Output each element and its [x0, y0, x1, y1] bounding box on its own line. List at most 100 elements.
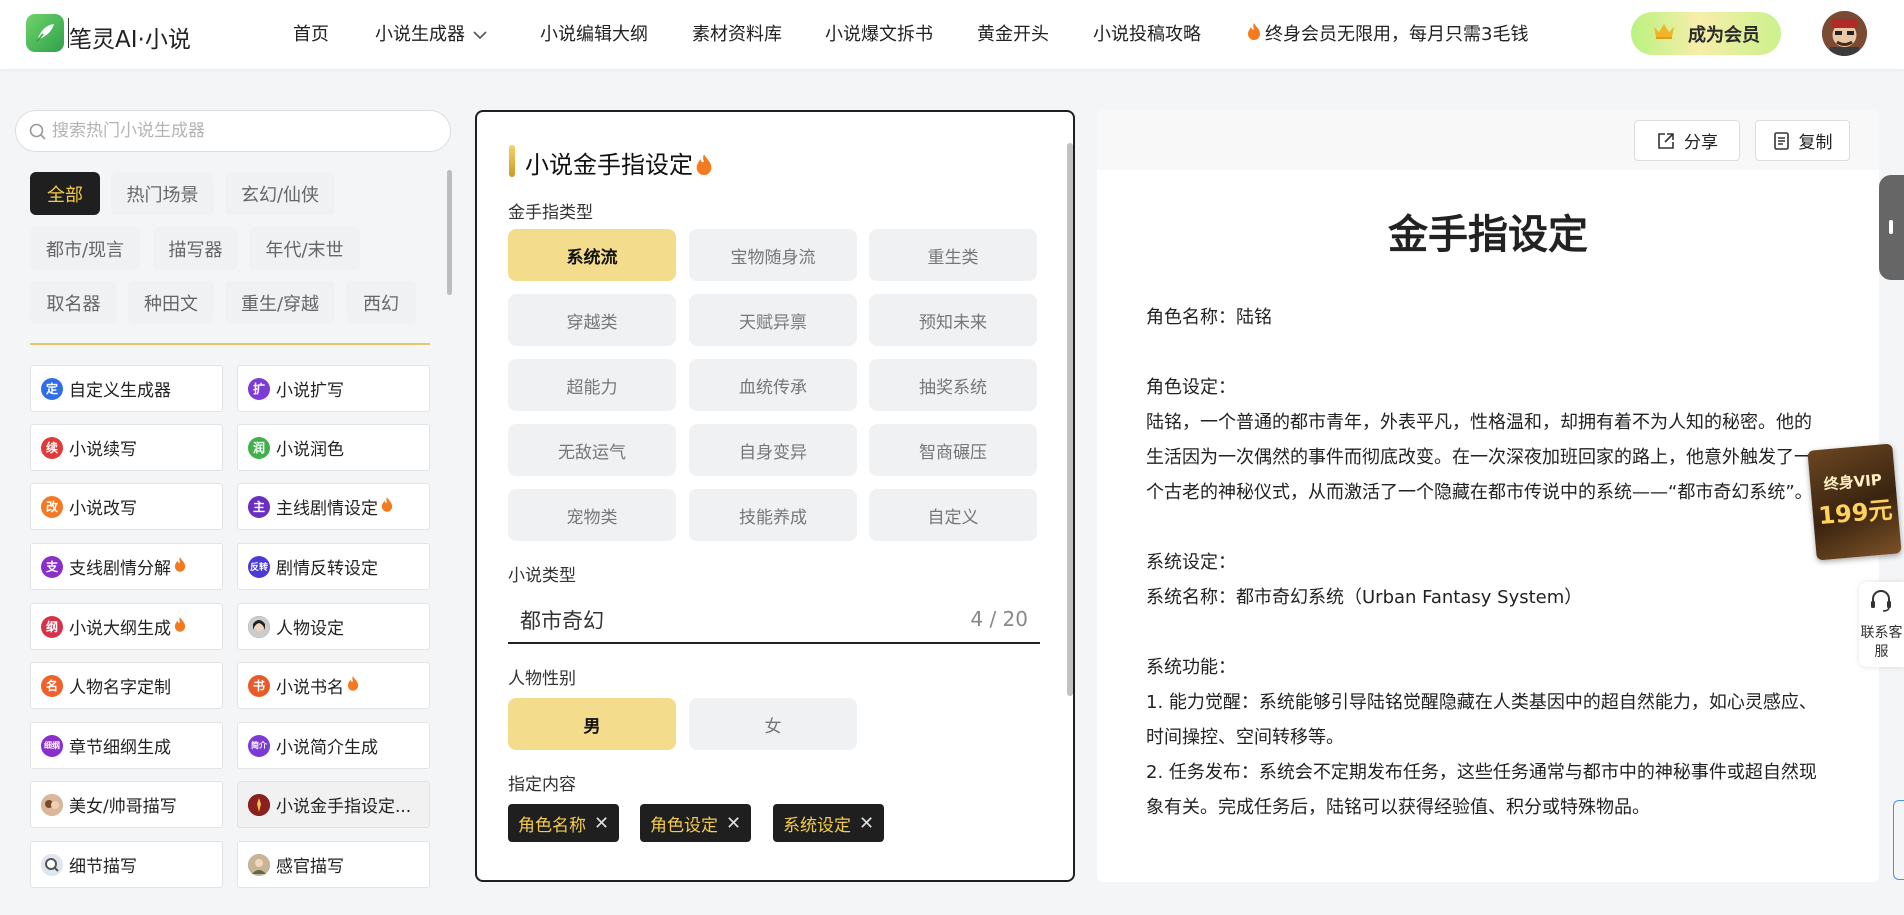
search-icon	[29, 123, 46, 140]
novel-type-input[interactable]: 都市奇幻 4 / 20	[508, 598, 1040, 644]
tool-synopsis[interactable]: 简介 小说简介生成	[237, 722, 430, 769]
flame-icon	[347, 675, 359, 696]
tool-detail-description[interactable]: 细节描写	[30, 841, 223, 888]
content-label: 指定内容	[508, 775, 576, 795]
become-member-button[interactable]: 成为会员	[1631, 12, 1781, 55]
gender-option-male[interactable]: 男	[508, 698, 676, 750]
tool-golden-finger[interactable]: 小说金手指设定...	[237, 781, 430, 828]
gender-option-female[interactable]: 女	[689, 698, 857, 750]
copy-label: 复制	[1798, 133, 1833, 153]
category-rebirth[interactable]: 重生/穿越	[225, 281, 335, 324]
edge-tab[interactable]	[1893, 800, 1904, 880]
nav-materials[interactable]: 素材资料库	[692, 22, 782, 48]
tool-plot-twist[interactable]: 反转 剧情反转设定	[237, 543, 430, 590]
search-input[interactable]	[52, 119, 432, 143]
result-paragraph: 1. 能力觉醒：系统能够引导陆铭觉醒隐藏在人类基因中的超自然能力，如心灵感应、时…	[1146, 692, 1817, 748]
content-tag[interactable]: 角色设定 ✕	[640, 804, 752, 842]
customer-service-button[interactable]: 联系客服	[1859, 582, 1904, 667]
type-option-talent[interactable]: 天赋异禀	[689, 294, 857, 346]
tool-expand[interactable]: 扩小说扩写	[237, 365, 430, 412]
flame-icon	[696, 154, 712, 175]
tool-icon: 纲	[41, 615, 63, 638]
type-option-bloodline[interactable]: 血统传承	[689, 359, 857, 411]
category-hot-scenes[interactable]: 热门场景	[111, 172, 214, 215]
category-era[interactable]: 年代/末世	[249, 227, 360, 270]
tool-book-title[interactable]: 书小说书名	[237, 662, 430, 709]
sidebar-scrollbar[interactable]	[447, 170, 452, 295]
type-option-intelligence[interactable]: 智商碾压	[869, 424, 1037, 476]
close-icon[interactable]: ✕	[594, 813, 609, 834]
side-info-tab[interactable]	[1879, 175, 1904, 280]
nav-novel-generator[interactable]: 小说生成器	[375, 22, 487, 48]
type-option-mutation[interactable]: 自身变异	[689, 424, 857, 476]
type-option-superpower[interactable]: 超能力	[508, 359, 676, 411]
tool-icon: 续	[41, 436, 63, 459]
type-option-rebirth[interactable]: 重生类	[869, 229, 1037, 281]
nav-golden-opening[interactable]: 黄金开头	[977, 22, 1049, 48]
type-option-system[interactable]: 系统流	[508, 229, 676, 281]
flame-icon	[381, 496, 393, 517]
tool-custom-generator[interactable]: 定自定义生成器	[30, 365, 223, 412]
tool-outline[interactable]: 纲小说大纲生成	[30, 603, 223, 650]
tool-name-custom[interactable]: 名人物名字定制	[30, 662, 223, 709]
logo-icon[interactable]	[26, 14, 64, 52]
tool-continue[interactable]: 续小说续写	[30, 424, 223, 471]
content-tag[interactable]: 系统设定 ✕	[773, 804, 885, 842]
portrait-icon	[41, 793, 63, 816]
tool-chapter-outline[interactable]: 细纲 章节细纲生成	[30, 722, 223, 769]
nav-home[interactable]: 首页	[293, 22, 329, 48]
category-farming[interactable]: 种田文	[128, 281, 214, 324]
category-description[interactable]: 描写器	[153, 227, 238, 270]
lifetime-vip-badge[interactable]: 终身VIP 199元	[1807, 443, 1902, 561]
tool-icon: 简介	[248, 734, 270, 757]
nav-book-breakdown[interactable]: 小说爆文拆书	[825, 22, 933, 48]
type-option-treasure[interactable]: 宝物随身流	[689, 229, 857, 281]
type-option-pet[interactable]: 宠物类	[508, 489, 676, 541]
nav-promo[interactable]: 终身会员无限用，每月只需3毛钱	[1247, 22, 1528, 48]
nav-outline[interactable]: 小说编辑大纲	[540, 22, 648, 48]
tool-label: 细节描写	[69, 857, 137, 877]
category-fantasy[interactable]: 玄幻/仙侠	[225, 172, 335, 215]
type-option-lottery[interactable]: 抽奖系统	[869, 359, 1037, 411]
tool-main-plot[interactable]: 主主线剧情设定	[237, 483, 430, 530]
tool-label: 小说扩写	[276, 381, 344, 401]
magnifier-icon	[41, 853, 63, 876]
tool-label: 主线剧情设定	[276, 499, 378, 519]
result-title: 金手指设定	[1388, 212, 1588, 258]
user-avatar[interactable]	[1822, 11, 1867, 56]
form-scrollbar[interactable]	[1067, 143, 1073, 696]
tool-label: 支线剧情分解	[69, 559, 171, 579]
content-tag[interactable]: 角色名称 ✕	[508, 804, 620, 842]
close-icon[interactable]: ✕	[726, 813, 741, 834]
close-icon[interactable]: ✕	[859, 813, 874, 834]
tool-polish[interactable]: 润小说润色	[237, 424, 430, 471]
settings-form: 小说金手指设定 金手指类型 系统流 宝物随身流 重生类 穿越类 天赋异禀 预知未…	[475, 110, 1075, 882]
novel-type-value: 都市奇幻	[520, 609, 604, 633]
tool-character[interactable]: 人物设定	[237, 603, 430, 650]
type-option-skill[interactable]: 技能养成	[689, 489, 857, 541]
tool-beauty-description[interactable]: 美女/帅哥描写	[30, 781, 223, 828]
tool-label: 自定义生成器	[69, 381, 171, 401]
type-option-foresight[interactable]: 预知未来	[869, 294, 1037, 346]
title-accent-bar	[509, 145, 515, 177]
search-box[interactable]	[15, 110, 451, 152]
type-option-custom[interactable]: 自定义	[869, 489, 1037, 541]
type-option-luck[interactable]: 无敌运气	[508, 424, 676, 476]
content-tag-label: 角色设定	[650, 815, 718, 836]
headset-icon	[1871, 590, 1891, 612]
tool-rewrite[interactable]: 改小说改写	[30, 483, 223, 530]
form-title-text: 小说金手指设定	[525, 151, 693, 179]
category-urban[interactable]: 都市/现言	[30, 227, 140, 270]
category-western[interactable]: 西幻	[346, 281, 416, 324]
tool-sensory-description[interactable]: 感官描写	[237, 841, 430, 888]
share-button[interactable]: 分享	[1634, 120, 1740, 161]
nav-submission-guide[interactable]: 小说投稿攻略	[1093, 22, 1201, 48]
result-paragraph: 角色名称：陆铭	[1146, 307, 1272, 328]
type-option-transmigration[interactable]: 穿越类	[508, 294, 676, 346]
tool-subplot[interactable]: 支支线剧情分解	[30, 543, 223, 590]
brand-name[interactable]: 笔灵AI·小说	[69, 20, 191, 54]
category-all[interactable]: 全部	[30, 172, 100, 215]
category-naming[interactable]: 取名器	[30, 281, 117, 324]
tool-label: 小说简介生成	[276, 738, 378, 758]
copy-button[interactable]: 复制	[1755, 120, 1850, 161]
